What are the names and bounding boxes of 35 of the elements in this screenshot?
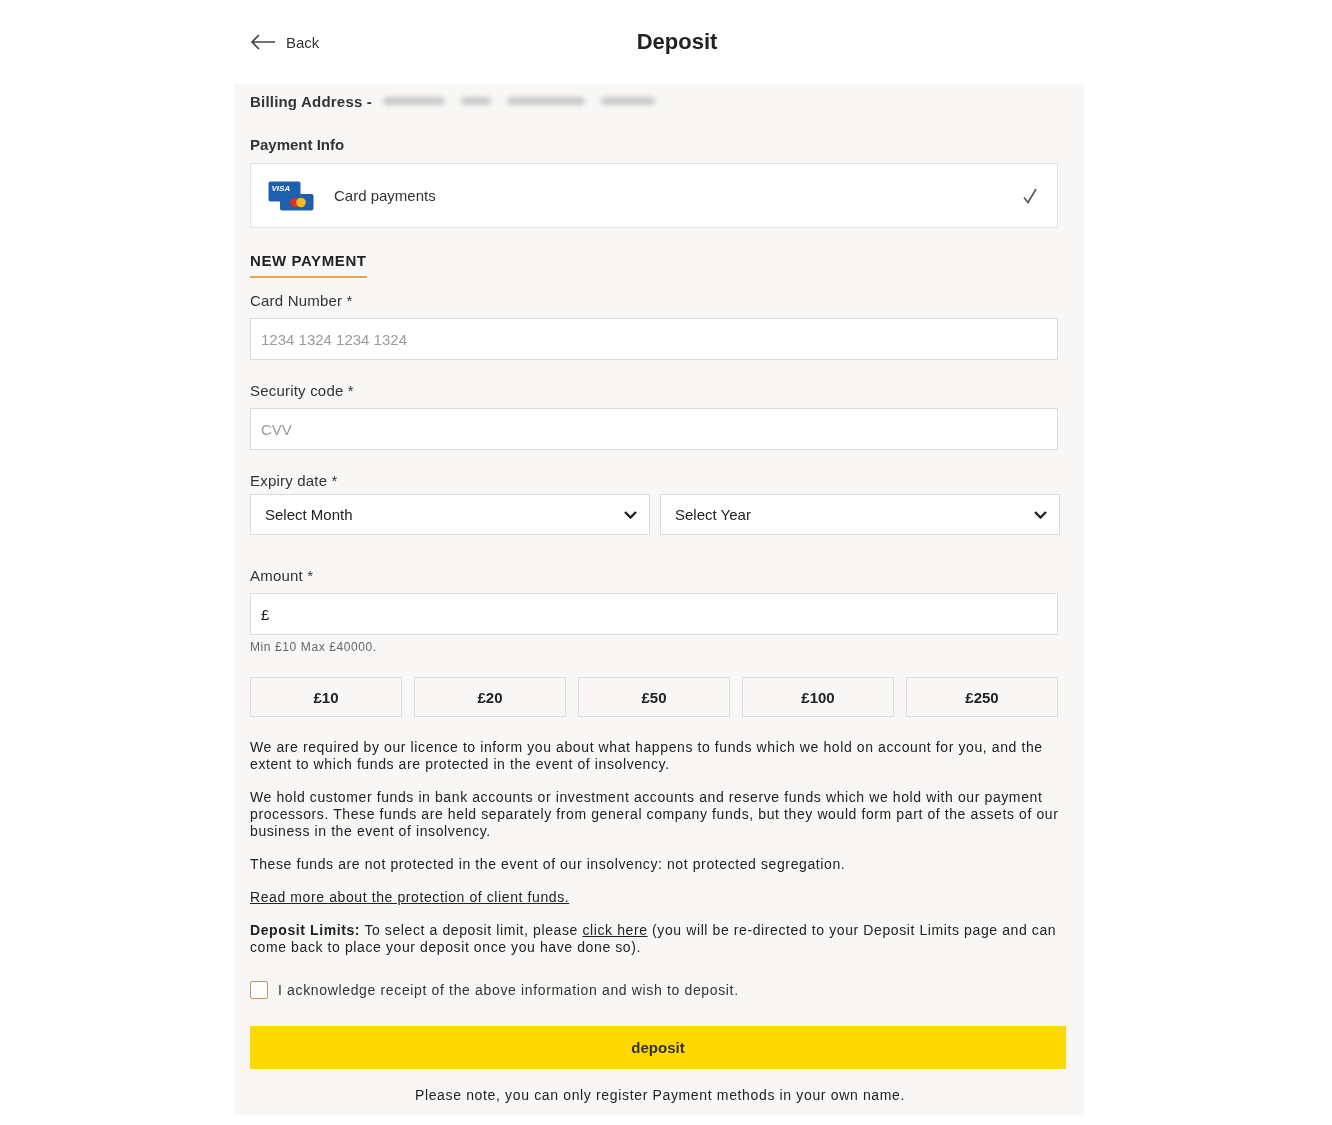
dropdown-select[interactable]: Select Year	[660, 494, 1060, 535]
field-label: Card Number *	[250, 292, 353, 309]
dropdown-select[interactable]: Select Month	[250, 494, 650, 535]
section-heading: NEW PAYMENT	[250, 252, 367, 278]
acknowledge-label: I acknowledge receipt of the above information and wish to deposit.	[278, 982, 739, 998]
field-label: Expiry date *	[250, 472, 338, 489]
check-icon	[1023, 187, 1037, 204]
amount-button[interactable]: £100	[742, 677, 894, 717]
info-paragraph: These funds are not protected in the event of our insolvency: not protected segregation.	[250, 856, 847, 873]
payment-method-option[interactable]: VISA Card payments	[250, 163, 1058, 228]
input-field[interactable]: £	[250, 593, 1058, 635]
amount-button[interactable]: £250	[906, 677, 1058, 717]
deposit-limits-paragraph: Deposit Limits: To select a deposit limit, please click here (you will be re-directed to your Deposit Limits page and can come back to place your deposit once you have done so).	[250, 922, 1058, 956]
info-paragraph: We are required by our licence to inform you about what happens to funds which we hold on account for you, and the extent to which funds are protected in the event of insolvency.	[250, 739, 1044, 773]
amount-button[interactable]: £20	[414, 677, 566, 717]
read-more-link[interactable]: Read more about the protection of client funds.	[250, 889, 570, 905]
input-field[interactable]: 1234 1324 1234 1324	[250, 318, 1058, 360]
amount-button[interactable]: £10	[250, 677, 402, 717]
back-link[interactable]: Back	[250, 33, 320, 51]
input-field[interactable]: CVV	[250, 408, 1058, 450]
billing-address-label: Billing Address -	[250, 92, 373, 110]
back-arrow-icon	[250, 34, 276, 50]
field-label: Security code *	[250, 382, 354, 399]
amount-button[interactable]: £50	[578, 677, 730, 717]
section-heading: Payment Info	[250, 136, 345, 154]
field-label: Amount *	[250, 567, 314, 584]
page-title: Deposit	[636, 29, 718, 55]
inline-link[interactable]: click here	[582, 922, 648, 938]
acknowledge-checkbox[interactable]	[250, 981, 268, 999]
note-text: Please note, you can only register Payment methods in your own name.	[413, 1087, 907, 1104]
chevron-down-icon	[624, 510, 637, 519]
deposit-button[interactable]: deposit	[250, 1026, 1066, 1069]
info-paragraph: We hold customer funds in bank accounts or investment accounts and reserve funds which we hold with our payment processors. These funds are held separately from general company funds, but they would form part of the assets of our business in the event of insolvency.	[250, 789, 1060, 840]
chevron-down-icon	[1034, 510, 1047, 519]
amount-hint: Min £10 Max £40000.	[250, 640, 377, 654]
